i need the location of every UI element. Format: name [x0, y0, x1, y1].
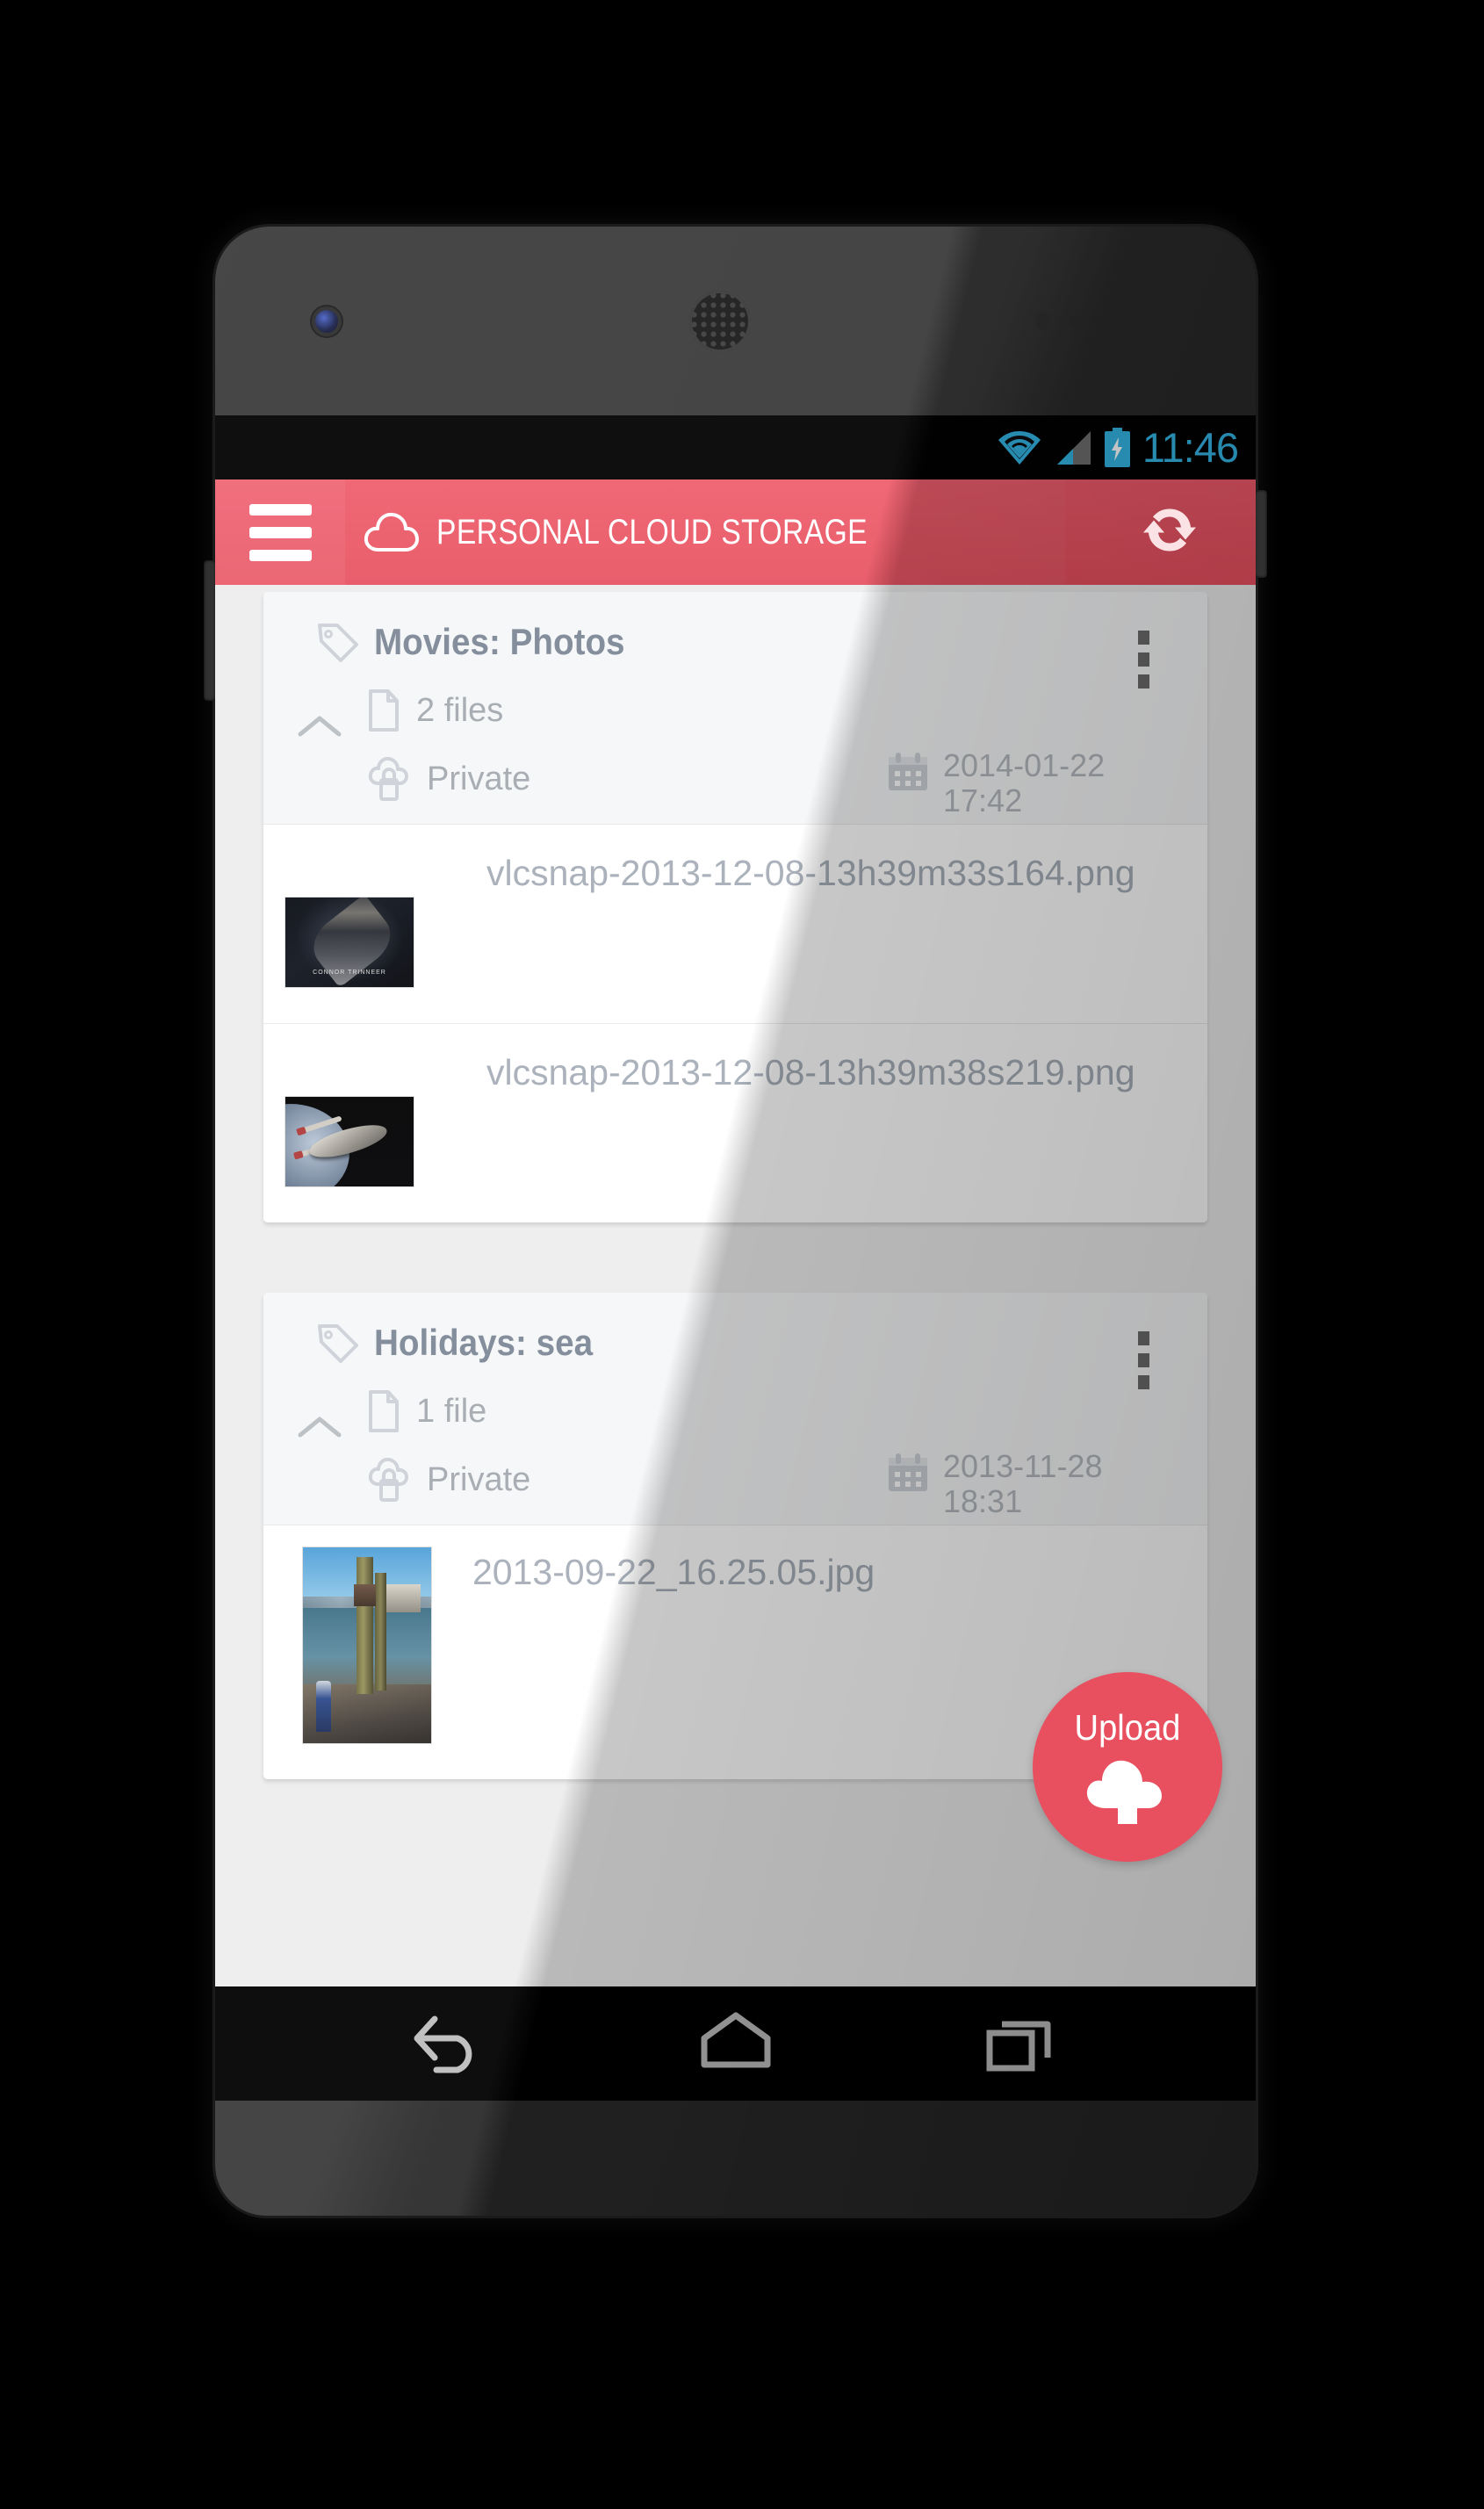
privacy-row: Private	[367, 1448, 1207, 1519]
card-title-row: Holidays: sea	[263, 1309, 1207, 1372]
date-value: 2013-11-28	[943, 1448, 1103, 1484]
card-title-row: Movies: Photos	[263, 608, 1207, 671]
tag-icon	[318, 624, 358, 662]
cloud-upload-icon	[1086, 1760, 1162, 1824]
date-text: 2013-11-28 18:31	[943, 1448, 1176, 1520]
cloud-lock-icon	[368, 1457, 408, 1502]
status-bar: 11:46	[215, 415, 1256, 479]
upload-label: Upload	[1074, 1706, 1181, 1748]
date-value: 2014-01-22	[943, 747, 1106, 783]
cloud-lock-icon	[368, 756, 408, 801]
file-name: vlcsnap-2013-12-08-13h39m38s219.png	[486, 1052, 1135, 1092]
starship-planet-thumbnail	[285, 1096, 414, 1187]
tag-icon	[318, 1324, 358, 1363]
chevron-up-icon[interactable]	[297, 1412, 342, 1446]
hamburger-menu-icon[interactable]	[215, 479, 345, 585]
file-count-label: 1 file	[416, 1392, 487, 1430]
card-header: Holidays: sea 1 file Private 2013-11-28 …	[263, 1293, 1207, 1525]
back-arrow-icon[interactable]	[380, 1986, 521, 2101]
scifi-ship-thumbnail: CONNOR TRINNEER	[285, 897, 414, 988]
calendar-icon	[889, 753, 927, 790]
time-value: 18:31	[943, 1483, 1023, 1520]
privacy-row: Private	[367, 747, 1207, 818]
thumbnail-caption: CONNOR TRINNEER	[313, 969, 386, 976]
date-block: 2014-01-22 17:42	[885, 747, 1176, 819]
wifi-icon	[998, 430, 1041, 465]
card-title: Movies: Photos	[374, 621, 625, 662]
content-scroll-area[interactable]: Movies: Photos 2 files Private 2014-01-2…	[215, 585, 1256, 1986]
file-name: 2013-09-22_16.25.05.jpg	[472, 1552, 875, 1592]
seaside-pier-thumbnail	[302, 1546, 432, 1744]
upload-fab-button[interactable]: Upload	[1033, 1672, 1222, 1862]
status-clock: 11:46	[1142, 424, 1239, 471]
earpiece-speaker	[689, 291, 751, 352]
phone-device: 11:46 PERSONAL CLOUD STORAGE Movies: Pho…	[204, 227, 1267, 2216]
proximity-sensor	[1036, 312, 1050, 331]
recent-apps-icon[interactable]	[951, 1986, 1091, 2101]
file-count-row: 2 files	[367, 689, 1207, 732]
file-count-label: 2 files	[416, 691, 504, 729]
document-icon	[369, 1390, 399, 1432]
date-block: 2013-11-28 18:31	[885, 1448, 1176, 1520]
kebab-menu-icon[interactable]	[1138, 631, 1149, 689]
kebab-menu-icon[interactable]	[1138, 1331, 1149, 1389]
card-meta: 2 files Private 2014-01-22 17:42	[263, 689, 1207, 818]
chevron-up-icon[interactable]	[297, 711, 342, 746]
light-sensor	[1069, 315, 1080, 328]
date-text: 2014-01-22 17:42	[943, 747, 1176, 819]
phone-screen: 11:46 PERSONAL CLOUD STORAGE Movies: Pho…	[215, 415, 1256, 2101]
calendar-icon	[889, 1453, 927, 1491]
front-camera	[315, 310, 338, 333]
file-name: vlcsnap-2013-12-08-13h39m33s164.png	[486, 853, 1135, 893]
app-bar: PERSONAL CLOUD STORAGE	[215, 479, 1256, 585]
app-title: PERSONAL CLOUD STORAGE	[436, 512, 868, 552]
power-button[interactable]	[1255, 490, 1267, 578]
home-icon[interactable]	[666, 1986, 806, 2101]
file-count-row: 1 file	[367, 1389, 1207, 1433]
battery-charging-icon	[1104, 427, 1130, 467]
document-icon	[369, 689, 399, 732]
cloud-icon	[364, 512, 419, 552]
tag-card[interactable]: Movies: Photos 2 files Private 2014-01-2…	[263, 592, 1207, 1222]
card-title: Holidays: sea	[374, 1322, 594, 1363]
signal-icon	[1056, 430, 1091, 465]
volume-button[interactable]	[204, 560, 216, 701]
card-header: Movies: Photos 2 files Private 2014-01-2…	[263, 592, 1207, 824]
refresh-sync-icon[interactable]	[1138, 499, 1201, 566]
card-meta: 1 file Private 2013-11-28 18:31	[263, 1389, 1207, 1519]
privacy-label: Private	[427, 1460, 531, 1498]
time-value: 17:42	[943, 782, 1023, 819]
privacy-label: Private	[427, 760, 531, 797]
android-nav-bar	[215, 1986, 1256, 2101]
app-brand: PERSONAL CLOUD STORAGE	[363, 510, 949, 554]
file-list-item[interactable]: vlcsnap-2013-12-08-13h39m38s219.png	[263, 1023, 1207, 1222]
file-list-item[interactable]: CONNOR TRINNEER vlcsnap-2013-12-08-13h39…	[263, 824, 1207, 1023]
